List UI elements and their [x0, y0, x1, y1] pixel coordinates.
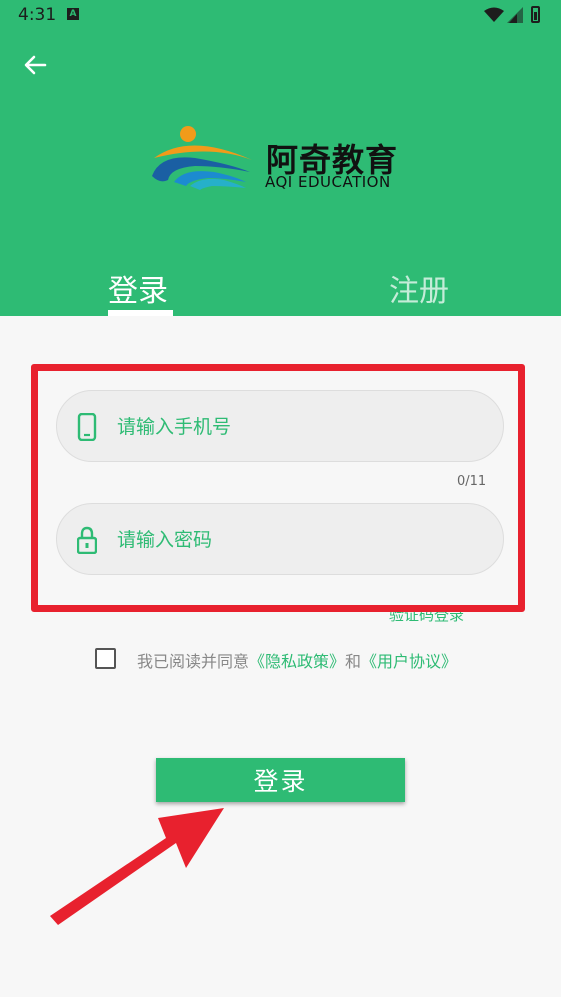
wifi-icon — [484, 7, 504, 22]
agreement-conjunction: 和 — [345, 652, 362, 671]
annotation-highlight-box — [31, 364, 525, 612]
status-time: 4:31 — [18, 5, 57, 25]
agreement-prefix: 我已阅读并同意 — [137, 652, 250, 671]
header: 阿奇教育 AQI EDUCATION 登录 注册 — [0, 30, 561, 316]
user-agreement-link[interactable]: 《用户协议》 — [361, 652, 457, 671]
agreement-text: 我已阅读并同意《隐私政策》和《用户协议》 — [137, 648, 457, 672]
battery-icon — [531, 6, 540, 23]
tab-register[interactable]: 注册 — [389, 266, 449, 310]
agreement-checkbox[interactable] — [95, 648, 116, 669]
privacy-policy-link[interactable]: 《隐私政策》 — [249, 652, 345, 671]
signal-icon — [507, 7, 523, 23]
logo-english-text: AQI EDUCATION — [265, 173, 391, 191]
tab-login[interactable]: 登录 — [108, 266, 168, 310]
notification-icon: A — [67, 8, 79, 20]
login-button[interactable]: 登录 — [156, 758, 405, 802]
status-bar: 4:31 A — [0, 0, 561, 30]
arrow-left-icon[interactable] — [20, 50, 50, 80]
